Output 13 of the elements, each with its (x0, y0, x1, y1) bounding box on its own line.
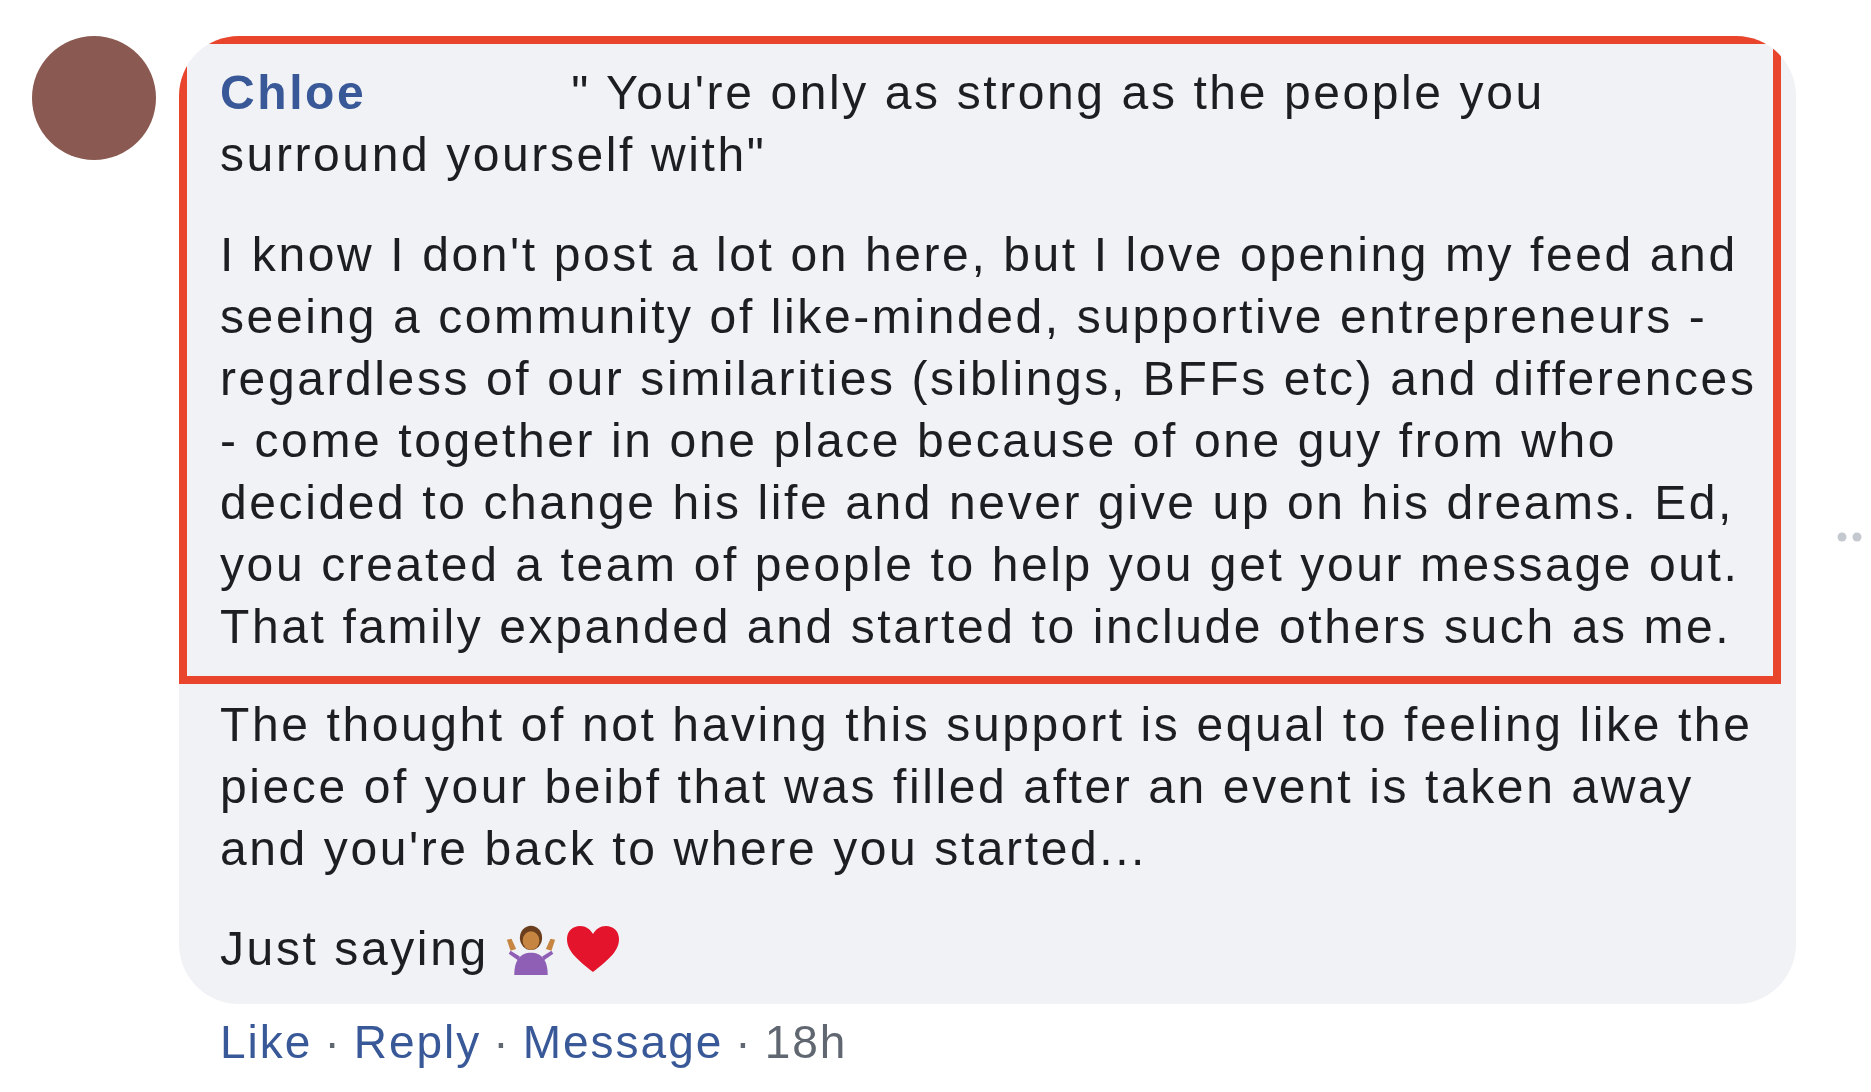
timestamp: 18h (764, 1015, 848, 1070)
comment-action-link[interactable]: Message (522, 1014, 724, 1070)
heart-icon (564, 924, 621, 974)
comment-action-link[interactable]: Reply (353, 1014, 482, 1070)
quote-text: Chloe " You're only as strong as the people you surround yourself with" (220, 65, 1546, 183)
comment-paragraph: The thought of not having this support is equal to feeling like the piece of your beibf that was filled after an event is taken away and you're back to where you started... (220, 697, 1754, 877)
comment-paragraph: I know I don't post a lot on here, but I love opening my feed and seeing a community of like-minded, supportive entrepreneurs - regardless of our similarities (siblings, BFFs etc) and differences - come together in one place because of one guy from who decided to change his life and never give up on his dreams. Ed, you created a team of people to help you get your message out. That family expanded and started to include others such as me. (220, 227, 1758, 655)
closing-text: Just saying (220, 921, 489, 977)
author-name-link[interactable]: Chloe (220, 66, 367, 119)
separator-dot: · (493, 1015, 511, 1070)
separator-dot: · (735, 1015, 753, 1070)
separator-dot: · (324, 1015, 342, 1070)
comment-action-link[interactable]: Like (220, 1014, 313, 1070)
